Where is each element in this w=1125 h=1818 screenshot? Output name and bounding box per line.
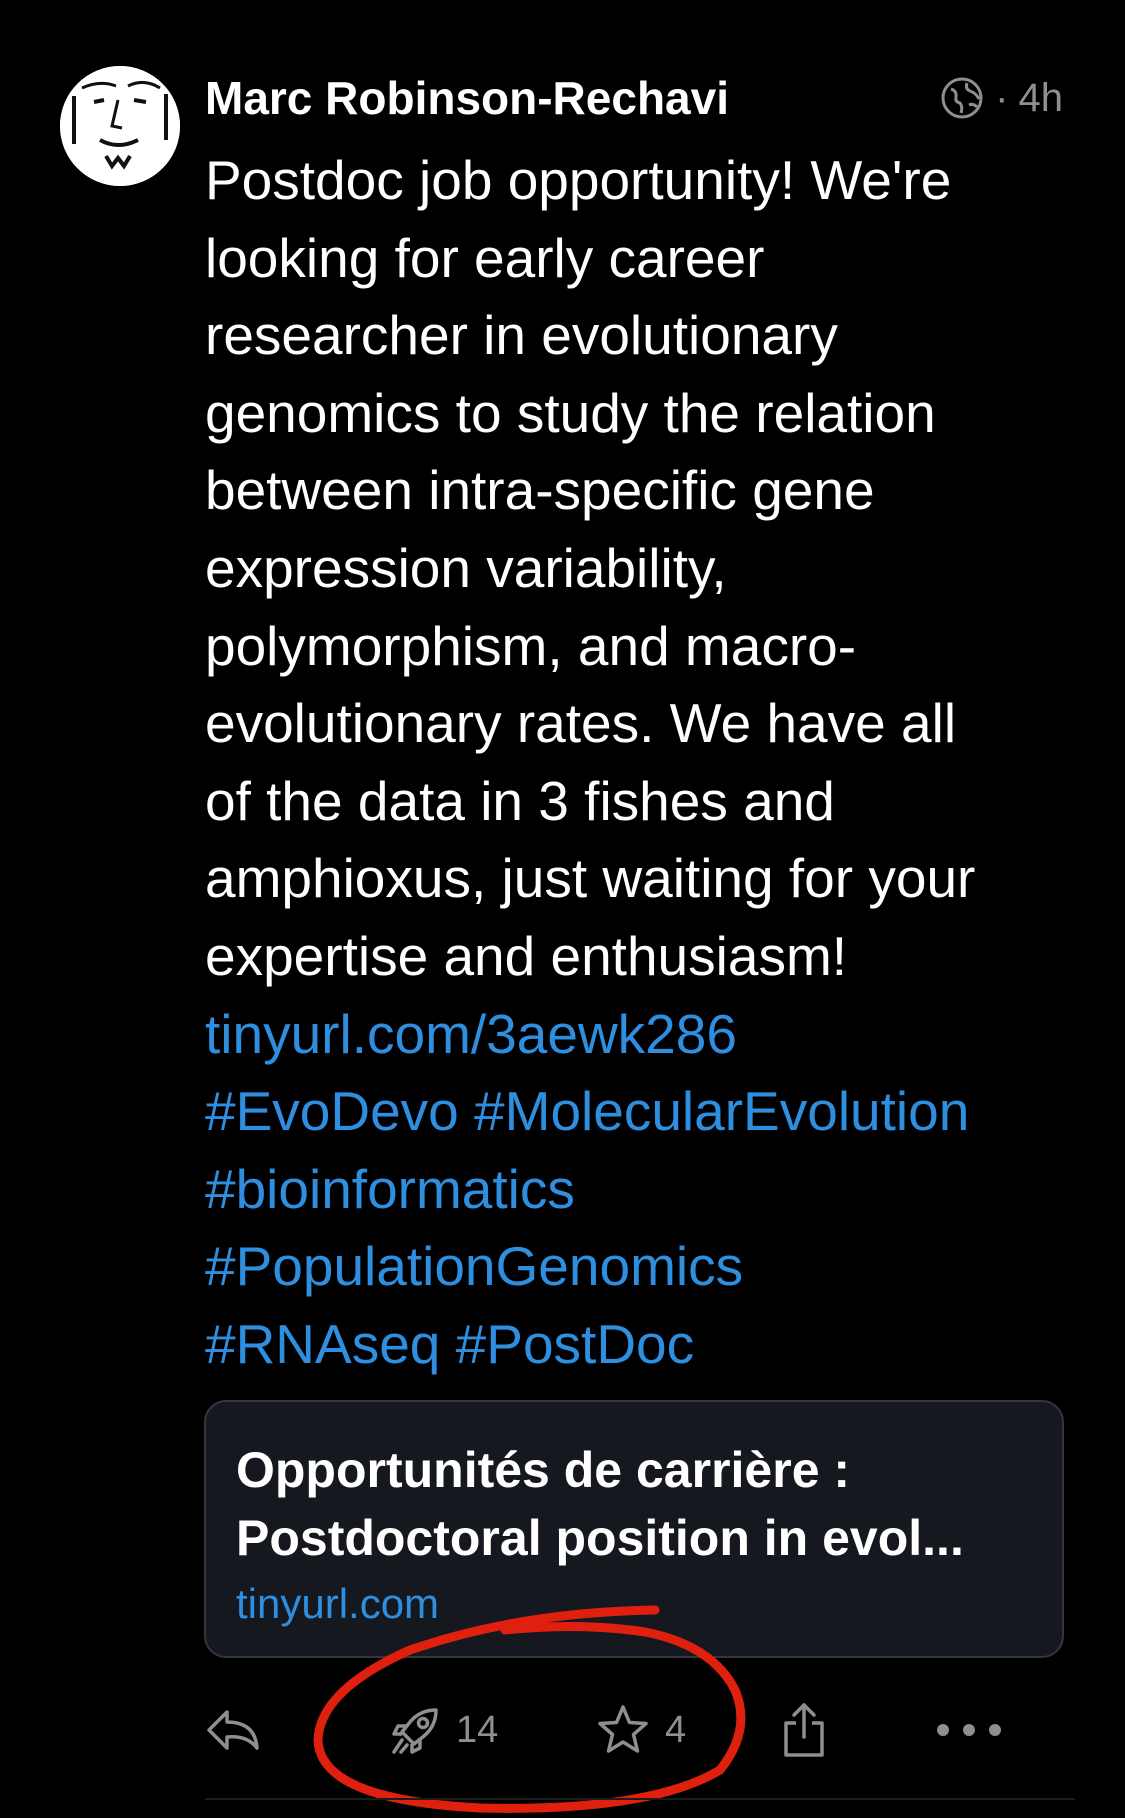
hashtag-molecular-evolution[interactable]: #MolecularEvolution [474, 1080, 969, 1142]
boost-count: 14 [456, 1708, 499, 1751]
post-text-line: of the data in 3 fishes and [205, 769, 835, 832]
share-icon [784, 1703, 824, 1757]
reply-icon [207, 1710, 259, 1750]
hashtag-postdoc[interactable]: #PostDoc [456, 1313, 694, 1375]
post-link[interactable]: tinyurl.com/3aewk286 [205, 1003, 737, 1065]
post-text-line: amphioxus, just waiting for your [205, 847, 976, 910]
hashtag-bioinformatics[interactable]: #bioinformatics [205, 1158, 575, 1220]
card-domain: tinyurl.com [236, 1580, 440, 1627]
hashtag-rnaseq[interactable]: #RNAseq [205, 1313, 440, 1375]
post-meta: · 4h [939, 70, 1063, 126]
post-text-line: expression variability, [205, 536, 727, 599]
hashtag-evodevo[interactable]: #EvoDevo [205, 1080, 459, 1142]
favourite-count: 4 [665, 1708, 687, 1751]
post-text-line: polymorphism, and macro- [205, 614, 857, 677]
author-name[interactable]: Marc Robinson-Rechavi [205, 70, 729, 126]
favourite-button[interactable]: 4 [595, 1690, 686, 1770]
hashtag-population-genomics[interactable]: #PopulationGenomics [205, 1235, 743, 1297]
more-icon [937, 1724, 1001, 1736]
post-text-line: expertise and enthusiasm! [205, 924, 848, 987]
reply-button[interactable] [205, 1690, 261, 1770]
more-button[interactable] [935, 1690, 1003, 1770]
avatar[interactable] [60, 66, 180, 186]
meta-separator: · [995, 75, 1009, 120]
post-text-line: looking for early career [205, 226, 765, 289]
card-title-line: Opportunités de carrière : [236, 1442, 851, 1498]
share-button[interactable] [780, 1690, 828, 1770]
avatar-face-drawing [60, 66, 180, 186]
divider [205, 1798, 1075, 1800]
post-text-line: evolutionary rates. We have all [205, 692, 957, 755]
post-body: Postdoc job opportunity! We're looking f… [205, 142, 1075, 1384]
post-text-line: Postdoc job opportunity! We're [205, 149, 952, 211]
globe-icon [941, 77, 983, 119]
action-bar: 14 4 [205, 1690, 1075, 1770]
post-text-line: genomics to study the relation [205, 381, 936, 444]
post-text-line: researcher in evolutionary [205, 304, 838, 367]
rocket-icon [392, 1708, 438, 1754]
post-text-line: between intra-specific gene [205, 459, 875, 522]
card-title: Opportunités de carrière : Postdoctoral … [236, 1436, 1032, 1572]
star-icon [598, 1705, 648, 1753]
link-preview-card[interactable]: Opportunités de carrière : Postdoctoral … [204, 1400, 1064, 1658]
boost-button[interactable]: 14 [390, 1690, 498, 1770]
card-title-line: Postdoctoral position in evol... [236, 1510, 964, 1566]
post-time[interactable]: 4h [1019, 76, 1064, 121]
